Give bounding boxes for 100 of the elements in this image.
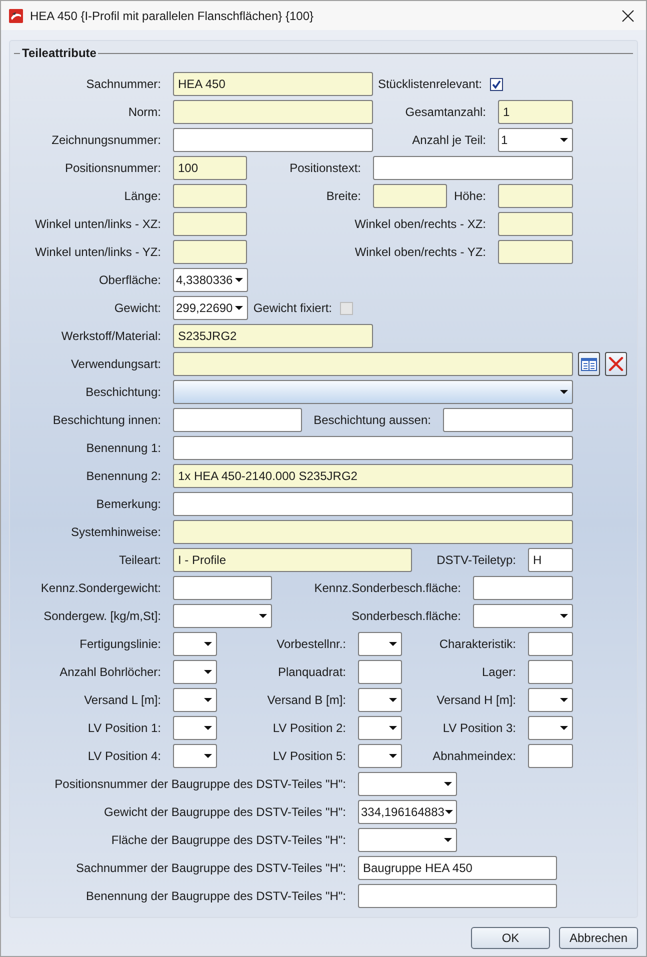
text-field[interactable]: H xyxy=(528,548,573,572)
caret-icon xyxy=(560,138,568,142)
dropdown-field[interactable] xyxy=(528,688,573,712)
field-label: Gesamtanzahl: xyxy=(405,104,486,121)
field-label: Winkel unten/links - XZ: xyxy=(34,216,161,233)
app-icon xyxy=(9,8,23,22)
text-field[interactable] xyxy=(373,156,573,180)
field-label: Beschichtung aussen: xyxy=(314,412,431,429)
dropdown-field[interactable]: 1 xyxy=(498,128,573,152)
caret-icon xyxy=(560,698,568,702)
field-label: LV Position 2: xyxy=(272,720,346,737)
field-label: Winkel oben/rechts - XZ: xyxy=(354,216,486,233)
text-field[interactable]: 1x HEA 450-2140.000 S235JRG2 xyxy=(173,464,573,488)
dropdown-field[interactable] xyxy=(528,716,573,740)
text-field[interactable] xyxy=(173,212,247,236)
text-field[interactable] xyxy=(173,184,247,208)
text-field[interactable] xyxy=(358,660,402,684)
text-field[interactable] xyxy=(173,128,373,152)
field-label: LV Position 4: xyxy=(88,748,161,765)
dropdown-field[interactable] xyxy=(173,688,217,712)
dropdown-field[interactable] xyxy=(173,604,272,628)
text-field[interactable]: 1 xyxy=(498,100,573,124)
dropdown-field[interactable] xyxy=(173,660,217,684)
dropdown-field[interactable] xyxy=(173,380,573,404)
text-field[interactable] xyxy=(528,744,573,768)
text-field[interactable]: I - Profile xyxy=(173,548,412,572)
text-field[interactable] xyxy=(173,492,573,516)
field-label: Fertigungslinie: xyxy=(80,636,161,653)
field-label: Versand H [m]: xyxy=(436,692,516,709)
field-label: Versand L [m]: xyxy=(84,692,161,709)
field-label: Positionsnummer: xyxy=(64,160,161,177)
dropdown-field[interactable] xyxy=(358,772,457,796)
text-field[interactable] xyxy=(528,632,573,656)
text-field[interactable] xyxy=(373,184,447,208)
text-field[interactable]: 100 xyxy=(173,156,247,180)
dropdown-field[interactable] xyxy=(473,604,573,628)
text-field[interactable]: Baugruppe HEA 450 xyxy=(358,856,557,880)
dropdown-field[interactable] xyxy=(173,632,217,656)
field-label: Planquadrat: xyxy=(278,664,346,681)
caret-icon xyxy=(204,642,212,646)
field-label: Vorbestellnr.: xyxy=(276,636,346,653)
picker-button[interactable] xyxy=(578,352,600,376)
dropdown-field[interactable] xyxy=(358,632,402,656)
field-label: Winkel oben/rechts - YZ: xyxy=(354,244,486,261)
caret-icon xyxy=(204,698,212,702)
field-label: Benennung der Baugruppe des DSTV-Teiles "H": xyxy=(86,888,346,905)
dropdown-field[interactable] xyxy=(358,744,402,768)
close-icon[interactable] xyxy=(622,10,634,22)
dropdown-field[interactable]: 334,196164883 xyxy=(358,800,457,824)
field-label: Kennz.Sonderbesch.fläche: xyxy=(314,580,461,597)
dropdown-field[interactable] xyxy=(173,716,217,740)
text-field[interactable] xyxy=(173,100,373,124)
field-label: Beschichtung: xyxy=(86,384,161,401)
text-field[interactable] xyxy=(173,240,247,264)
caret-icon xyxy=(444,782,452,786)
text-field[interactable] xyxy=(498,240,573,264)
field-label: LV Position 1: xyxy=(88,720,161,737)
text-field[interactable] xyxy=(173,436,573,460)
text-field[interactable]: S235JRG2 xyxy=(173,324,373,348)
dropdown-field[interactable]: 299,22690 xyxy=(173,296,248,320)
caret-icon xyxy=(389,642,397,646)
dropdown-field[interactable] xyxy=(358,688,402,712)
dropdown-field[interactable] xyxy=(358,828,457,852)
field-label: Teileart: xyxy=(118,552,161,569)
field-label: Beschichtung innen: xyxy=(52,412,161,429)
field-label: Breite: xyxy=(326,188,361,205)
cross-icon xyxy=(608,357,624,371)
text-field[interactable] xyxy=(498,212,573,236)
field-label: Werkstoff/Material: xyxy=(61,328,161,345)
text-field[interactable] xyxy=(173,352,573,376)
field-label: Charakteristik: xyxy=(439,636,516,653)
caret-icon xyxy=(560,390,568,394)
text-field[interactable] xyxy=(173,408,302,432)
field-label: Anzahl Bohrlöcher: xyxy=(60,664,161,681)
field-label: LV Position 3: xyxy=(442,720,516,737)
field-label: Anzahl je Teil: xyxy=(412,132,486,149)
field-label: Kennz.Sondergewicht: xyxy=(40,580,161,597)
text-field[interactable] xyxy=(528,660,573,684)
field-label: Systemhinweise: xyxy=(70,524,161,541)
caret-icon xyxy=(204,754,212,758)
caret-icon xyxy=(235,278,243,282)
text-field[interactable] xyxy=(358,884,557,908)
field-label: Höhe: xyxy=(454,188,486,205)
field-label: Stücklistenrelevant: xyxy=(378,76,482,93)
text-field[interactable] xyxy=(473,576,573,600)
text-field[interactable] xyxy=(498,184,573,208)
text-field[interactable] xyxy=(443,408,573,432)
checkbox[interactable] xyxy=(490,78,503,90)
caret-icon xyxy=(560,614,568,618)
text-field[interactable]: HEA 450 xyxy=(173,72,373,96)
text-field[interactable] xyxy=(173,520,573,544)
text-field[interactable] xyxy=(173,576,272,600)
dropdown-field[interactable]: 4,3380336 xyxy=(173,268,248,292)
clear-button[interactable] xyxy=(605,352,627,376)
field-label: Benennung 2: xyxy=(86,468,161,485)
dropdown-field[interactable] xyxy=(173,744,217,768)
caret-icon xyxy=(389,698,397,702)
cancel-button[interactable]: Abbrechen xyxy=(559,927,638,949)
dropdown-field[interactable] xyxy=(358,716,402,740)
ok-button[interactable]: OK xyxy=(471,927,550,949)
